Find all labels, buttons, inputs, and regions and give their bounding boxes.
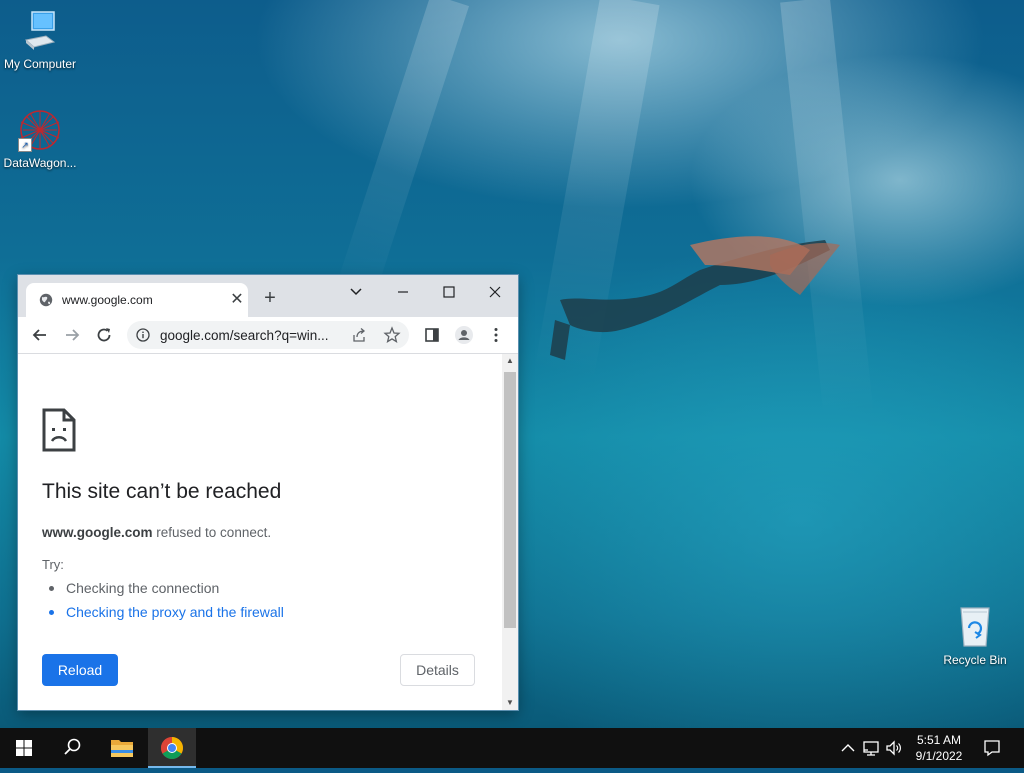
recycle-bin-icon <box>960 607 990 647</box>
error-host: www.google.com <box>42 525 153 540</box>
chrome-window: www.google.com ✕ + google.com/search?q=w… <box>18 275 518 710</box>
taskbar: 5:51 AM 9/1/2022 <box>0 728 1024 768</box>
tab-search-chevron-down-icon[interactable] <box>344 280 368 304</box>
browser-tab[interactable]: www.google.com ✕ <box>26 283 248 317</box>
reload-button[interactable]: Reload <box>42 654 118 686</box>
tab-title: www.google.com <box>62 293 153 307</box>
bookmark-star-icon[interactable] <box>383 326 401 344</box>
profile-avatar-icon[interactable] <box>454 325 474 345</box>
shortcut-arrow-icon: ↗ <box>18 138 32 152</box>
error-message: refused to connect. <box>152 525 272 540</box>
desktop-icon-label: Recycle Bin <box>943 653 1007 667</box>
scrollbar[interactable]: ▲ ▼ <box>502 354 518 710</box>
details-button[interactable]: Details <box>400 654 475 686</box>
scroll-up-arrow-icon[interactable]: ▲ <box>502 354 518 368</box>
tab-close-icon[interactable]: ✕ <box>228 291 246 309</box>
desktop-icon-label: My Computer <box>3 57 77 71</box>
scrollbar-thumb[interactable] <box>504 372 516 628</box>
globe-icon <box>39 293 53 307</box>
reload-icon[interactable] <box>94 325 114 345</box>
error-title: This site can’t be reached <box>42 480 282 503</box>
error-description: www.google.com refused to connect. <box>42 525 271 540</box>
network-icon[interactable] <box>861 738 881 758</box>
maximize-icon[interactable] <box>437 280 461 304</box>
address-bar[interactable]: google.com/search?q=win... <box>127 321 409 349</box>
address-url[interactable]: google.com/search?q=win... <box>160 328 338 343</box>
system-clock[interactable]: 5:51 AM 9/1/2022 <box>904 732 974 764</box>
file-explorer-button[interactable] <box>98 728 146 768</box>
volume-icon[interactable] <box>884 738 904 758</box>
error-page: This site can’t be reached www.google.co… <box>18 354 502 710</box>
close-window-icon[interactable] <box>483 280 507 304</box>
chevron-up-icon[interactable] <box>838 738 858 758</box>
info-icon[interactable] <box>136 328 150 342</box>
share-icon[interactable] <box>351 327 367 343</box>
computer-icon <box>24 11 56 50</box>
forward-arrow-icon[interactable] <box>62 325 82 345</box>
windows-logo-icon <box>16 740 32 756</box>
suggestion-link-proxy-firewall[interactable]: Checking the proxy and the firewall <box>49 604 284 620</box>
side-panel-icon[interactable] <box>422 325 442 345</box>
more-menu-icon[interactable] <box>486 325 506 345</box>
try-label: Try: <box>42 557 64 572</box>
sad-page-icon <box>42 408 76 452</box>
notification-icon[interactable] <box>982 738 1002 758</box>
desktop-icon-datawagon[interactable]: ↗ DataWagon... <box>0 108 80 170</box>
folder-icon <box>111 740 133 757</box>
browser-toolbar: google.com/search?q=win... <box>18 317 518 354</box>
title-bar: www.google.com ✕ + <box>18 275 518 317</box>
desktop-icon-label: DataWagon... <box>3 156 77 170</box>
clock-time: 5:51 AM <box>916 733 962 747</box>
back-arrow-icon[interactable] <box>30 325 50 345</box>
new-tab-button[interactable]: + <box>260 288 280 308</box>
search-button[interactable] <box>48 728 96 768</box>
diver-image <box>550 236 840 360</box>
minimize-icon[interactable] <box>391 280 415 304</box>
suggestion-item: Checking the connection <box>49 580 219 596</box>
chrome-icon <box>161 737 183 759</box>
desktop-icon-recycle-bin[interactable]: Recycle Bin <box>935 604 1015 667</box>
search-icon <box>64 738 81 755</box>
scroll-down-arrow-icon[interactable]: ▼ <box>502 696 518 710</box>
desktop-icon-my-computer[interactable]: My Computer <box>0 10 80 71</box>
start-button[interactable] <box>0 728 48 768</box>
chrome-taskbar-button[interactable] <box>148 728 196 768</box>
clock-date: 9/1/2022 <box>915 749 963 763</box>
